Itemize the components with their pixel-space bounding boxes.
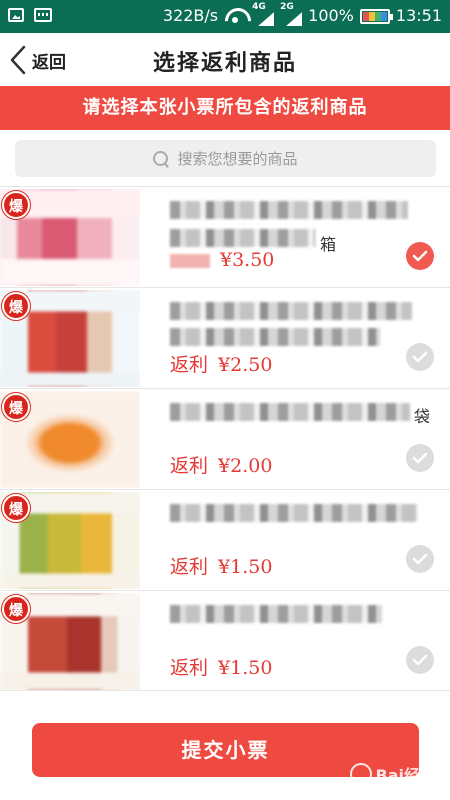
signal-icon: 4G [252,2,275,26]
bottom-bar: 提交小票 Bai经验 [0,695,450,800]
product-name-redacted [170,328,380,346]
hot-badge: 爆 [2,494,30,522]
price-line: 返利 ¥1.50 [170,552,272,579]
page-title: 选择返利商品 [152,51,297,76]
watermark-text: Bai经验 [375,766,436,785]
select-checkbox[interactable] [406,545,434,573]
search-input[interactable]: 搜索您想要的商品 [15,140,436,177]
check-icon [412,452,428,464]
battery-icon [359,8,393,24]
keyboard-icon [34,8,52,22]
price: ¥1.50 [218,657,273,679]
rebate-label: 返利 [170,455,209,477]
check-icon [412,250,428,262]
price-line: 返利 ¥2.00 [170,451,272,478]
battery-percent: 100% [308,6,354,25]
price: ¥2.50 [218,354,273,376]
select-checkbox[interactable] [406,343,434,371]
hot-badge: 爆 [2,595,30,623]
network-type-label: 2G [280,2,294,12]
price-line: 返利 ¥2.50 [170,350,272,377]
rebate-label: 返利 [170,657,209,679]
product-row[interactable]: 爆 箱 ¥3.50 [0,186,450,287]
product-row[interactable]: 爆 返利 ¥2.50 [0,287,450,388]
nav-bar: 返回 选择返利商品 [0,33,450,86]
instruction-banner: 请选择本张小票所包含的返利商品 [0,86,450,130]
product-name-redacted [170,201,408,219]
check-icon [412,553,428,565]
select-checkbox[interactable] [406,242,434,270]
image-icon [8,8,24,22]
product-row[interactable]: 爆 返利 ¥1.50 [0,590,450,691]
product-name-tail: 袋 [414,407,431,426]
price-line: 返利 ¥1.50 [170,653,272,680]
network-speed: 322B/s [162,6,219,25]
search-icon [153,150,169,167]
product-name-redacted [170,229,315,247]
rebate-label: 返利 [170,556,209,578]
watermark: Bai经验 [349,762,436,786]
product-name-redacted [170,504,418,522]
product-row[interactable]: 爆 袋 返利 ¥2.00 [0,388,450,489]
rebate-label: 返利 [170,354,209,376]
product-name-redacted [170,403,410,421]
price: ¥3.50 [220,249,275,271]
signal-icon: 2G [280,2,303,26]
hot-badge: 爆 [2,393,30,421]
price: ¥2.00 [218,455,273,477]
price: ¥1.50 [218,556,273,578]
clock: 13:51 [395,6,442,25]
product-name-redacted [170,605,382,623]
product-name-redacted [170,302,412,320]
search-placeholder: 搜索您想要的商品 [177,150,298,168]
product-row[interactable]: 爆 返利 ¥1.50 [0,489,450,590]
wifi-icon [224,8,246,24]
product-name-tail: 箱 [320,235,337,254]
select-checkbox[interactable] [406,444,434,472]
network-type-label: 4G [252,2,266,12]
price-line: ¥3.50 [170,249,274,271]
search-bar: 搜索您想要的商品 [0,130,450,185]
check-icon [412,351,428,363]
hot-badge: 爆 [2,292,30,320]
product-list: 爆 箱 ¥3.50 爆 返利 ¥2.50 爆 袋 返利 ¥2.00 爆 返利 ¥… [0,186,450,691]
paw-icon [349,763,372,785]
hot-badge: 爆 [2,191,30,219]
select-checkbox[interactable] [406,646,434,674]
rebate-label-redacted [170,254,210,268]
check-icon [412,654,428,666]
status-bar: 322B/s 4G 2G 100% 13:51 [0,0,450,33]
